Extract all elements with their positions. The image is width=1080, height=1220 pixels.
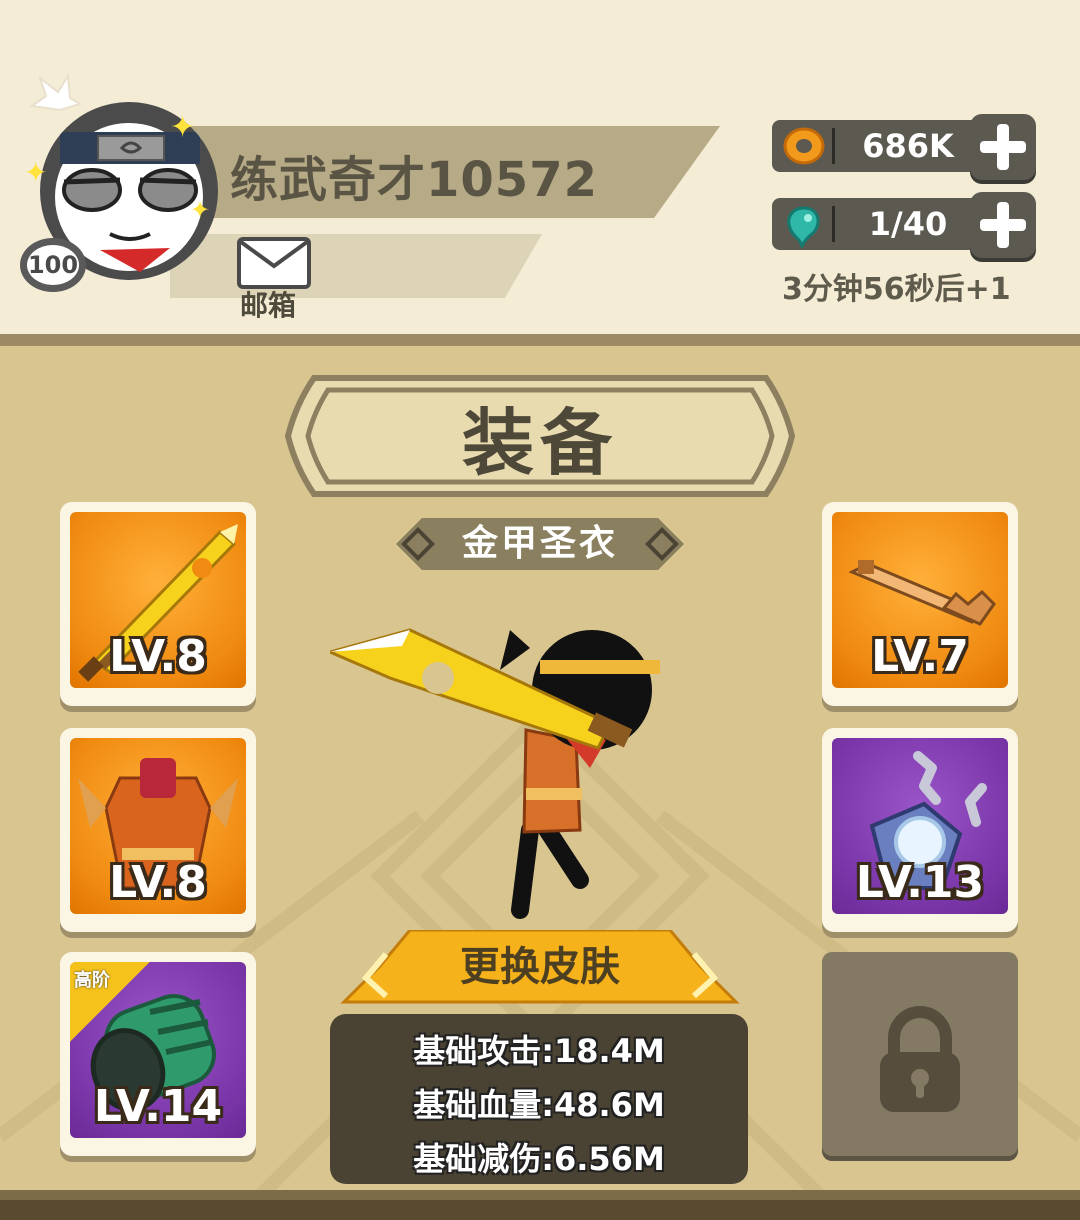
stat-damage-reduction: 基础减伤:6.56M bbox=[413, 1140, 665, 1178]
character-preview bbox=[325, 600, 680, 930]
panel-title: 装备 bbox=[461, 401, 618, 485]
add-coins-button[interactable] bbox=[970, 114, 1036, 180]
stat-attack: 基础攻击:18.4M bbox=[413, 1032, 665, 1070]
sub-banner bbox=[170, 234, 542, 298]
player-name: 练武奇才10572 bbox=[230, 152, 598, 208]
plus-icon bbox=[980, 124, 1026, 170]
weapon-slot[interactable]: LV.8 bbox=[60, 502, 256, 706]
lock-icon bbox=[880, 1006, 960, 1112]
base-stats-panel: 基础攻击:18.4M 基础血量:48.6M 基础减伤:6.56M bbox=[330, 1014, 748, 1184]
coin-icon bbox=[783, 127, 825, 165]
locked-slot[interactable] bbox=[822, 952, 1018, 1156]
weapon-level: LV.8 bbox=[109, 631, 207, 682]
equipment-set-name: 金甲圣衣 bbox=[461, 523, 618, 564]
panel-title-frame: 装备 bbox=[284, 374, 796, 498]
add-energy-button[interactable] bbox=[970, 192, 1036, 258]
mailbox-button[interactable]: 邮箱 bbox=[234, 236, 314, 322]
bottom-border-shadow bbox=[0, 1200, 1080, 1220]
armor-level: LV.8 bbox=[109, 857, 207, 908]
plus-icon bbox=[980, 202, 1026, 248]
change-skin-button[interactable]: 更换皮肤 bbox=[340, 930, 740, 1010]
energy-gem-icon bbox=[787, 206, 820, 248]
accessory-slot[interactable]: LV.7 bbox=[822, 502, 1018, 706]
accessory-slot-bg: LV.7 bbox=[832, 512, 1008, 688]
envelope-icon bbox=[237, 237, 311, 289]
stat-health: 基础血量:48.6M bbox=[413, 1086, 665, 1124]
armor-slot-bg: LV.8 bbox=[70, 738, 246, 914]
player-avatar[interactable]: ✦ ✦ ✦ 100 bbox=[20, 70, 220, 300]
energy-resource: 1/40 bbox=[772, 192, 1040, 258]
armor-slot[interactable]: LV.8 bbox=[60, 728, 256, 932]
weapon-slot-bg: LV.8 bbox=[70, 512, 246, 688]
energy-value: 1/40 bbox=[868, 205, 948, 243]
energy-regen-timer: 3分钟56秒后+1 bbox=[782, 272, 1011, 307]
equipment-set-name-plate: 金甲圣衣 bbox=[392, 514, 688, 574]
coins-value: 686K bbox=[862, 127, 954, 165]
sparkle-icon: ✦ bbox=[170, 110, 196, 145]
accessory-level: LV.7 bbox=[871, 631, 969, 682]
hair-spike-icon bbox=[29, 72, 83, 112]
change-skin-label: 更换皮肤 bbox=[460, 944, 620, 990]
amulet-level: LV.13 bbox=[855, 857, 985, 908]
sparkle-icon: ✦ bbox=[24, 156, 48, 189]
header-divider bbox=[0, 334, 1080, 346]
stickman-character bbox=[325, 628, 660, 919]
amulet-slot[interactable]: LV.13 bbox=[822, 728, 1018, 932]
sparkle-icon: ✦ bbox=[190, 196, 211, 224]
bracer-level: LV.14 bbox=[93, 1081, 223, 1132]
bracer-slot[interactable]: 高阶 LV.14 bbox=[60, 952, 256, 1156]
bracer-slot-bg: 高阶 LV.14 bbox=[70, 962, 246, 1138]
coins-resource: 686K bbox=[772, 114, 1040, 180]
player-level-badge: 100 bbox=[20, 238, 86, 292]
mailbox-label: 邮箱 bbox=[240, 289, 297, 322]
amulet-slot-bg: LV.13 bbox=[832, 738, 1008, 914]
tier-label: 高阶 bbox=[74, 970, 110, 991]
